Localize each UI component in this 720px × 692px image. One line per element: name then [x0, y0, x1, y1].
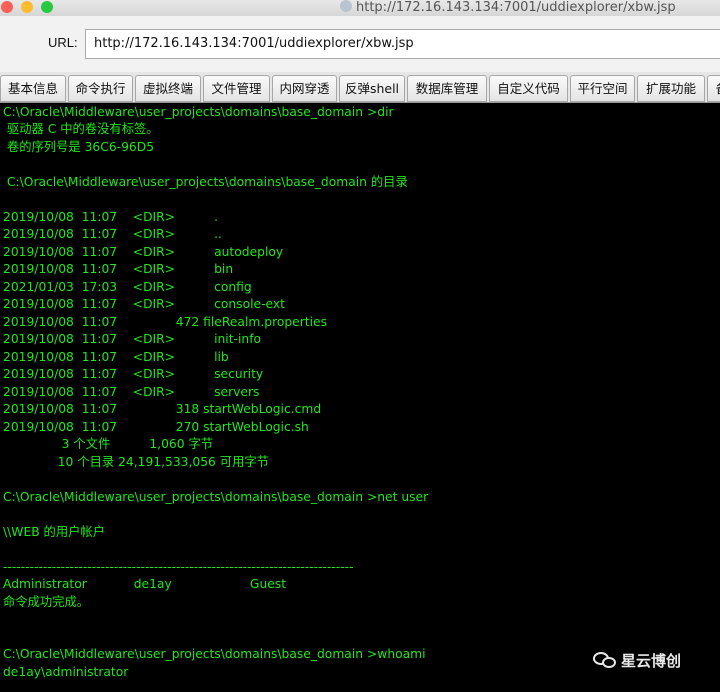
window-titlebar: http://172.16.143.134:7001/uddiexplorer/… [0, 0, 720, 16]
tab-command-exec[interactable]: 命令执行 [68, 75, 133, 102]
console-line: de1ay\administrator [3, 665, 129, 679]
page-icon [340, 0, 352, 12]
console-line: 2019/10/08 11:07 270 startWebLogic.sh [3, 420, 309, 434]
console-line: 2019/10/08 11:07 <DIR> init-info [3, 332, 262, 346]
url-bar: URL: http://172.16.143.134:7001/uddiexpl… [0, 16, 720, 72]
wechat-icon [593, 650, 617, 670]
console-line: C:\Oracle\Middleware\user_projects\domai… [3, 490, 429, 504]
console-line: C:\Oracle\Middleware\user_projects\domai… [3, 647, 426, 661]
tab-custom-code[interactable]: 自定义代码 [489, 75, 568, 102]
console-line: 10 个目录 24,191,533,056 可用字节 [3, 455, 269, 469]
tab-virtual-terminal[interactable]: 虚拟终端 [135, 75, 201, 102]
console-line: 2019/10/08 11:07 <DIR> . [3, 210, 219, 224]
console-line: 2021/01/03 17:03 <DIR> config [3, 280, 252, 294]
tab-parallel-space[interactable]: 平行空间 [570, 75, 635, 102]
window-title: http://172.16.143.134:7001/uddiexplorer/… [340, 0, 676, 15]
console-line: 驱动器 C 中的卷没有标签。 [3, 122, 159, 136]
console-line: 2019/10/08 11:07 472 fileRealm.propertie… [3, 315, 328, 329]
url-input[interactable]: http://172.16.143.134:7001/uddiexplorer/… [85, 29, 720, 59]
tab-extensions[interactable]: 扩展功能 [637, 75, 705, 102]
close-window-button[interactable] [1, 1, 13, 13]
watermark-text: 星云博创 [621, 653, 682, 670]
console-line: 2019/10/08 11:07 <DIR> .. [3, 227, 222, 241]
console-line: ----------------------------------------… [3, 560, 354, 574]
command-output-console[interactable]: C:\Oracle\Middleware\user_projects\domai… [0, 103, 720, 692]
tab-truncated[interactable]: 备 [707, 75, 720, 102]
tab-basic-info[interactable]: 基本信息 [0, 75, 66, 102]
minimize-window-button[interactable] [21, 1, 33, 13]
function-tab-bar: 基本信息 命令执行 虚拟终端 文件管理 内网穿透 反弹shell 数据库管理 自… [0, 72, 720, 103]
console-line: 命令成功完成。 [3, 595, 90, 609]
window-title-text: http://172.16.143.134:7001/uddiexplorer/… [356, 0, 676, 15]
console-line: 3 个文件 1,060 字节 [3, 437, 214, 451]
console-line: Administrator de1ay Guest [3, 577, 287, 591]
tab-reverse-shell[interactable]: 反弹shell [339, 75, 405, 102]
url-label: URL: [48, 35, 78, 50]
tab-file-manager[interactable]: 文件管理 [203, 75, 270, 102]
console-line: C:\Oracle\Middleware\user_projects\domai… [3, 175, 408, 189]
console-line: \\WEB 的用户帐户 [3, 525, 106, 539]
console-line: 2019/10/08 11:07 <DIR> bin [3, 262, 234, 276]
console-line: 2019/10/08 11:07 <DIR> lib [3, 350, 229, 364]
console-line: 2019/10/08 11:07 <DIR> servers [3, 385, 260, 399]
console-line: 卷的序列号是 36C6-96D5 [3, 140, 155, 154]
console-line: 2019/10/08 11:07 <DIR> autodeploy [3, 245, 284, 259]
zoom-window-button[interactable] [41, 1, 53, 13]
console-line: C:\Oracle\Middleware\user_projects\domai… [3, 105, 394, 119]
console-line: 2019/10/08 11:07 <DIR> security [3, 367, 264, 381]
console-line: 2019/10/08 11:07 318 startWebLogic.cmd [3, 402, 322, 416]
console-line: 2019/10/08 11:07 <DIR> console-ext [3, 297, 285, 311]
tab-database-manager[interactable]: 数据库管理 [407, 75, 487, 102]
tab-intranet-tunnel[interactable]: 内网穿透 [272, 75, 337, 102]
watermark: 星云博创 [593, 650, 681, 671]
